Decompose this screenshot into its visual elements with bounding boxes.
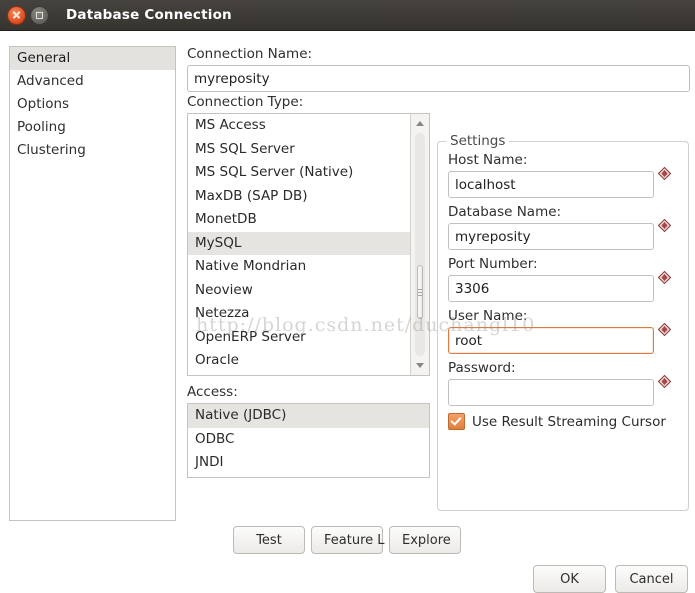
list-item-native-jdbc[interactable]: Native (JDBC) [188, 404, 429, 428]
list-item-label: MySQL [195, 234, 242, 251]
maximize-icon[interactable] [30, 5, 49, 25]
list-item[interactable]: Neoview [188, 279, 412, 303]
password-input[interactable] [448, 379, 654, 406]
dialog-button-bar: OK Cancel [533, 565, 688, 593]
scroll-down-arrow-icon[interactable] [411, 357, 429, 374]
list-item[interactable]: Netezza [188, 302, 412, 326]
sidebar-item-label: Options [17, 96, 70, 112]
connection-name-group: Connection Name: [187, 46, 690, 92]
user-name-input[interactable] [448, 327, 654, 354]
list-item-label: JNDI [195, 454, 224, 470]
list-item-label: ODBC [195, 430, 235, 447]
list-item[interactable]: MonetDB [188, 208, 412, 232]
list-item-mysql[interactable]: MySQL [188, 231, 412, 255]
ok-button[interactable]: OK [533, 565, 606, 593]
scrollbar-thumb[interactable] [417, 265, 423, 319]
connection-type-label: Connection Type: [187, 94, 304, 110]
settings-legend: Settings [446, 133, 510, 149]
sidebar-item-clustering[interactable]: Clustering [10, 139, 175, 162]
list-item-label: MS SQL Server [195, 140, 295, 157]
sidebar-item-label: Advanced [17, 73, 84, 89]
list-item-label: MS SQL Server (Native) [195, 164, 354, 180]
list-item[interactable]: Oracle [188, 349, 412, 373]
sidebar-item-label: Clustering [17, 142, 86, 158]
host-name-input[interactable] [448, 171, 654, 198]
user-name-label: User Name: [448, 308, 528, 324]
scrollbar-grip-icon [418, 288, 422, 296]
list-item-label: Oracle [195, 352, 239, 368]
scrollbar-track[interactable] [415, 133, 425, 356]
sidebar-item-pooling[interactable]: Pooling [10, 116, 175, 139]
database-name-field-group: Database Name: [448, 204, 676, 250]
port-number-field-group: Port Number: [448, 256, 676, 302]
list-item[interactable]: Native Mondrian [188, 255, 412, 279]
list-item-label: Native (JDBC) [195, 407, 287, 423]
scroll-up-arrow-icon[interactable] [411, 115, 429, 132]
feature-list-button[interactable]: Feature L [311, 526, 385, 554]
database-name-label: Database Name: [448, 204, 562, 220]
list-item-odbc[interactable]: ODBC [188, 428, 429, 452]
list-item[interactable]: MS Access [188, 114, 412, 138]
list-item-label: MaxDB (SAP DB) [195, 187, 308, 204]
cancel-button[interactable]: Cancel [615, 565, 688, 593]
variable-diamond-icon[interactable] [658, 375, 671, 388]
user-name-field-group: User Name: [448, 308, 676, 354]
list-item-jndi[interactable]: JNDI [188, 451, 429, 475]
port-number-input[interactable] [448, 275, 654, 302]
list-item-label: OpenERP Server [195, 328, 306, 345]
connection-name-input[interactable] [187, 65, 690, 92]
database-name-input[interactable] [448, 223, 654, 250]
connection-type-listbox[interactable]: MS Access MS SQL Server MS SQL Server (N… [187, 113, 430, 376]
test-button[interactable]: Test [233, 526, 305, 554]
streaming-cursor-checkbox[interactable] [448, 413, 465, 430]
variable-diamond-icon[interactable] [658, 323, 671, 336]
settings-group-box: Settings Host Name: Database Name: [437, 133, 689, 511]
list-item[interactable]: MS SQL Server [188, 138, 412, 162]
password-field-group: Password: [448, 360, 676, 406]
close-icon[interactable] [7, 5, 26, 25]
list-item-label: MonetDB [195, 211, 257, 227]
action-button-bar: Test Feature L Explore [233, 526, 461, 554]
window-title: Database Connection [66, 7, 232, 23]
list-item-label: Native Mondrian [195, 258, 307, 274]
variable-diamond-icon[interactable] [658, 219, 671, 232]
dialog-body: General Advanced Options Pooling Cluster… [0, 31, 695, 593]
title-bar: Database Connection [0, 0, 695, 31]
list-item-label: Neoview [195, 281, 253, 298]
connection-name-label: Connection Name: [187, 46, 313, 62]
access-listbox[interactable]: Native (JDBC) ODBC JNDI [187, 403, 430, 478]
sidebar-item-advanced[interactable]: Advanced [10, 70, 175, 93]
list-item[interactable]: MaxDB (SAP DB) [188, 185, 412, 209]
variable-diamond-icon[interactable] [658, 167, 671, 180]
host-name-field-group: Host Name: [448, 152, 676, 198]
connection-type-scrollbar[interactable] [410, 114, 429, 375]
connection-type-group: Connection Type: MS Access MS SQL Server… [187, 94, 430, 478]
list-item[interactable]: MS SQL Server (Native) [188, 161, 412, 185]
list-item[interactable]: OpenERP Server [188, 326, 412, 350]
sidebar-item-label: General [17, 50, 71, 66]
sidebar-nav-panel[interactable]: General Advanced Options Pooling Cluster… [9, 46, 176, 521]
list-item-label: MS Access [195, 117, 266, 133]
sidebar-item-general[interactable]: General [10, 47, 175, 70]
password-label: Password: [448, 360, 516, 376]
port-number-label: Port Number: [448, 256, 538, 272]
sidebar-item-label: Pooling [17, 119, 66, 135]
host-name-label: Host Name: [448, 152, 528, 168]
explore-button[interactable]: Explore [389, 526, 461, 554]
streaming-cursor-row[interactable]: Use Result Streaming Cursor [448, 413, 676, 430]
list-item-label: Netezza [195, 305, 250, 321]
access-label: Access: [187, 384, 238, 400]
streaming-cursor-label: Use Result Streaming Cursor [472, 413, 666, 430]
variable-diamond-icon[interactable] [658, 271, 671, 284]
sidebar-item-options[interactable]: Options [10, 93, 175, 116]
